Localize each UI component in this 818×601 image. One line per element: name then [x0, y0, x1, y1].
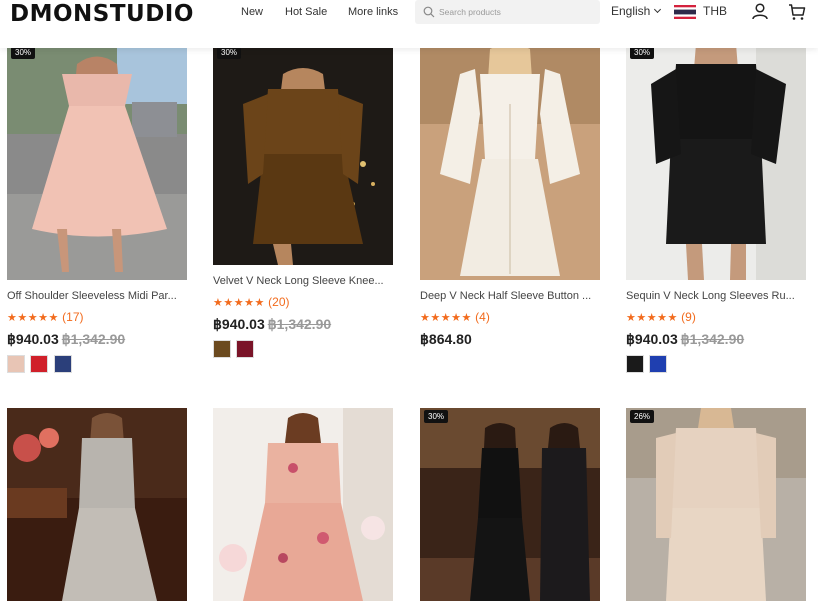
original-price: ฿1,342.90: [267, 316, 332, 332]
product-title[interactable]: Off Shoulder Sleeveless Midi Par...: [7, 290, 187, 302]
color-swatch[interactable]: [7, 355, 25, 373]
star-rating-icon: ★★★★★: [7, 311, 59, 324]
site-header: DMONSTUDIO New Hot Sale More links Engli…: [0, 0, 818, 48]
color-swatch[interactable]: [649, 355, 667, 373]
sale-price: ฿940.03: [626, 331, 678, 347]
product-image[interactable]: 30%: [213, 44, 393, 265]
color-swatch[interactable]: [30, 355, 48, 373]
star-rating-icon: ★★★★★: [420, 311, 472, 324]
color-swatch[interactable]: [626, 355, 644, 373]
nav-hot-sale[interactable]: Hot Sale: [285, 6, 327, 18]
product-image[interactable]: 26%: [626, 408, 806, 601]
user-account-icon[interactable]: [751, 2, 769, 20]
star-rating-icon: ★★★★★: [626, 311, 678, 324]
sale-price: ฿940.03: [213, 316, 265, 332]
review-count: (9): [681, 310, 696, 324]
product-card[interactable]: 30% Velvet V Neck Long Sleeve Knee... ★★…: [213, 44, 393, 364]
star-rating-icon: ★★★★★: [213, 296, 265, 309]
search-icon[interactable]: [423, 6, 435, 18]
product-image[interactable]: [420, 44, 600, 280]
product-title[interactable]: Velvet V Neck Long Sleeve Knee...: [213, 275, 393, 287]
currency-selector[interactable]: THB: [703, 4, 727, 18]
product-title[interactable]: Deep V Neck Half Sleeve Button ...: [420, 290, 600, 302]
product-card[interactable]: [213, 408, 393, 601]
color-swatch[interactable]: [213, 340, 231, 358]
review-count: (17): [62, 310, 84, 324]
thailand-flag-icon[interactable]: [674, 5, 696, 19]
discount-badge: 26%: [630, 410, 655, 423]
language-selector[interactable]: English: [611, 4, 662, 18]
original-price: ฿1,342.90: [61, 331, 126, 347]
product-card[interactable]: 26%: [626, 408, 806, 601]
search-box: [415, 0, 600, 24]
product-rating: ★★★★★ (9): [626, 310, 696, 324]
sale-price: ฿940.03: [7, 331, 59, 347]
color-swatch[interactable]: [54, 355, 72, 373]
product-price: ฿940.03 ฿1,342.90: [7, 331, 125, 348]
chevron-down-icon: [654, 5, 662, 14]
search-input[interactable]: [439, 2, 594, 22]
product-image[interactable]: 30%: [420, 408, 600, 601]
sale-price: ฿864.80: [420, 331, 472, 347]
color-swatch[interactable]: [236, 340, 254, 358]
product-image[interactable]: [7, 408, 187, 601]
product-card[interactable]: Deep V Neck Half Sleeve Button ... ★★★★★…: [420, 44, 600, 354]
product-card[interactable]: 30%: [420, 408, 600, 601]
product-image[interactable]: 30%: [7, 44, 187, 280]
product-rating: ★★★★★ (17): [7, 310, 84, 324]
site-logo[interactable]: DMONSTUDIO: [10, 1, 194, 27]
nav-new[interactable]: New: [241, 6, 263, 18]
product-card[interactable]: 30% Sequin V Neck Long Sleeves Ru... ★★★…: [626, 44, 806, 374]
product-price: ฿940.03 ฿1,342.90: [213, 316, 331, 333]
discount-badge: 30%: [424, 410, 449, 423]
product-image[interactable]: 30%: [626, 44, 806, 280]
product-card[interactable]: [7, 408, 187, 601]
product-rating: ★★★★★ (20): [213, 295, 290, 309]
product-price: ฿940.03 ฿1,342.90: [626, 331, 744, 348]
product-title[interactable]: Sequin V Neck Long Sleeves Ru...: [626, 290, 806, 302]
review-count: (20): [268, 295, 290, 309]
cart-icon[interactable]: [788, 3, 806, 21]
language-label: English: [611, 4, 651, 18]
product-card[interactable]: 30% Off Shoulder Sleeveless Midi Par... …: [7, 44, 187, 374]
product-price: ฿864.80: [420, 331, 472, 348]
nav-more-links[interactable]: More links: [348, 6, 398, 18]
review-count: (4): [475, 310, 490, 324]
product-image[interactable]: [213, 408, 393, 601]
original-price: ฿1,342.90: [680, 331, 745, 347]
product-rating: ★★★★★ (4): [420, 310, 490, 324]
